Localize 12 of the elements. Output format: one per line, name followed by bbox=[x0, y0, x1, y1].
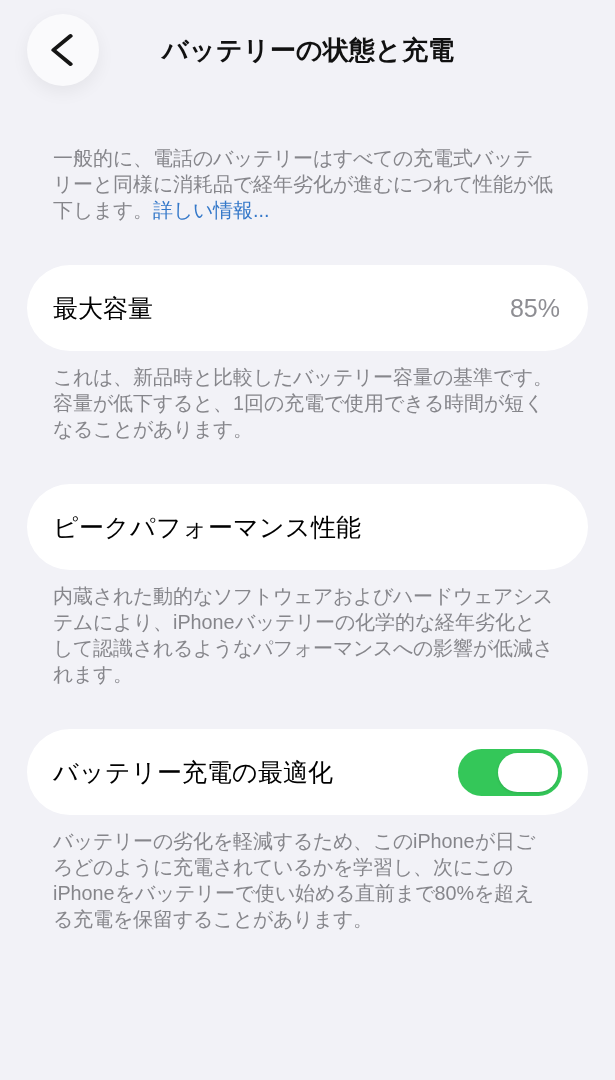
chevron-left-icon bbox=[51, 34, 73, 66]
setting-label: 最大容量 bbox=[53, 293, 153, 324]
toggle-switch[interactable] bbox=[458, 748, 562, 796]
footer-text: 内蔵された動的なソフトウェアおよびハードウェアシステムにより、iPhoneバッテリーの化学的な経年劣化として認識されるようなパフォーマンスへの影響が低減されます。 bbox=[53, 584, 553, 687]
setting-label: バッテリー充電の最適化 bbox=[53, 757, 333, 788]
page-title: バッテリーの状態と充電 bbox=[160, 34, 455, 67]
setting-value: 85% bbox=[509, 293, 560, 324]
setting-label: ピークパフォーマンス性能 bbox=[53, 512, 361, 543]
footer-text: これは、新品時と比較したバッテリー容量の基準です。容量が低下すると、1回の充電で使用できる時間が短くなることがあります。 bbox=[53, 365, 553, 442]
intro-text: 一般的に、電話のバッテリーはすべての充電式バッテリーと同様に消耗品で経年劣化が進むにつれて性能が低下します。詳しい情報... bbox=[53, 146, 553, 223]
more-info-link[interactable]: 詳しい情報... bbox=[153, 199, 270, 221]
footer-text: バッテリーの劣化を軽減するため、このiPhoneが日ごろどのように充電されているかを学習し、次にこのiPhoneをバッテリーで使い始める直前まで80%を超える充電を保留することがあります。 bbox=[53, 829, 536, 932]
